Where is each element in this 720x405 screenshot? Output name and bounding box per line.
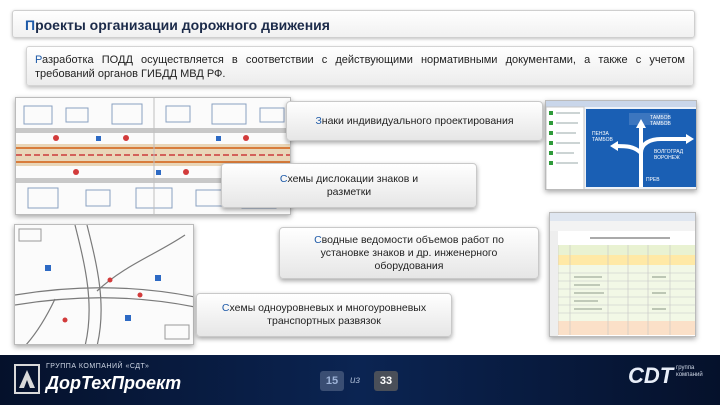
title-bar: Проекты организации дорожного движения xyxy=(12,10,695,38)
callout-sign-layout: Схемы дислокации знаков и разметки xyxy=(221,163,477,208)
logo-mark xyxy=(19,370,35,388)
callout-text: хемы дислокации знаков и разметки xyxy=(287,172,419,198)
cdt-group-label: группа компаний xyxy=(676,365,703,378)
interchange-thumbnail xyxy=(14,224,194,345)
spreadsheet-thumbnail xyxy=(549,212,696,337)
footer: ГРУППА КОМПАНИЙ «СДТ» ДорТехПроект 15 из… xyxy=(0,355,720,405)
desc-text: азработка ПОДД осуществляется в соответс… xyxy=(35,54,685,80)
callout-interchanges: Схемы одноуровневых и многоуровневых тра… xyxy=(196,293,452,337)
title-text: роекты организации дорожного движения xyxy=(35,17,330,33)
desc-initial: Р xyxy=(35,54,42,66)
page-separator: из xyxy=(350,375,361,386)
description-box: Разработка ПОДД осуществляется в соответ… xyxy=(26,46,694,86)
cdt-logo: СDT xyxy=(628,363,674,388)
sign-top-label-2: ТАМБОВ xyxy=(650,121,672,127)
page-current: 15 xyxy=(320,371,344,391)
sign-left-label-2: ТАМБОВ xyxy=(592,137,614,143)
sign-software-window: ТАМБОВ ТАМБОВ ПЕНЗА ТАМБОВ ВОЛГОГРАД ВОР… xyxy=(546,101,696,189)
page-title: Проекты организации дорожного движения xyxy=(25,17,330,33)
callout-text: хемы одноуровневых и многоуровневых тран… xyxy=(229,302,427,327)
callout-text: водные ведомости объемов работ по устано… xyxy=(320,233,504,272)
title-initial: П xyxy=(25,17,36,33)
work-volume-spreadsheet xyxy=(550,213,695,336)
callout-initial: С xyxy=(314,233,322,246)
slide: Проекты организации дорожного движения Р… xyxy=(0,0,720,405)
brand-group-label: ГРУППА КОМПАНИЙ «СДТ» xyxy=(46,363,150,370)
sign-bottom-label: ПРЕВ xyxy=(646,177,660,183)
callout-work-volumes: Сводные ведомости объемов работ по устан… xyxy=(279,227,539,279)
callout-individual-signs: Знаки индивидуального проектирования xyxy=(286,101,543,141)
page-total: 33 xyxy=(374,371,398,391)
brand-name: ДорТехПроект xyxy=(46,373,182,393)
callout-initial: С xyxy=(221,302,230,314)
callout-text: наки индивидуального проектирования xyxy=(321,114,514,127)
sign-software-thumbnail: ТАМБОВ ТАМБОВ ПЕНЗА ТАМБОВ ВОЛГОГРАД ВОР… xyxy=(545,100,697,190)
company-logo-icon xyxy=(14,364,40,394)
sign-right-label-2: ВОРОНЕЖ xyxy=(654,155,680,161)
interchange-drawing xyxy=(15,225,193,344)
